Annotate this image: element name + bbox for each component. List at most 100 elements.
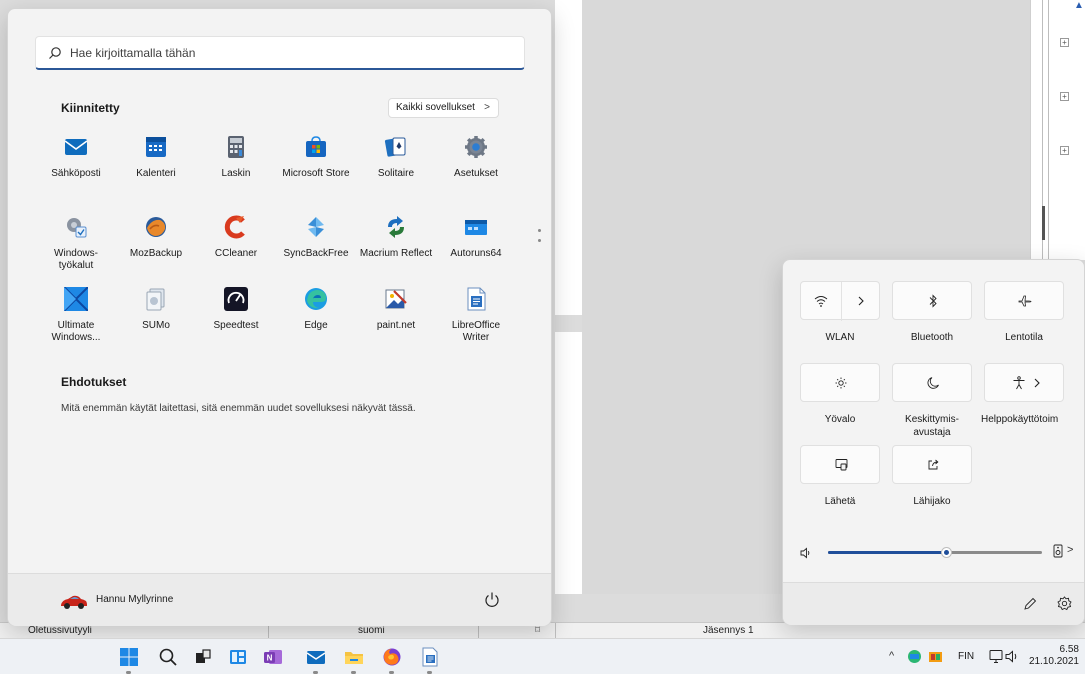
app-label: SyncBackFree — [283, 248, 349, 259]
scroll-arrow-icon[interactable]: ▲ — [1074, 0, 1084, 11]
quick-settings-panel: WLAN Bluetooth Lentotila Yövalo Keskitty… — [782, 259, 1085, 625]
file-explorer-icon[interactable] — [344, 647, 364, 667]
all-apps-button[interactable]: Kaikki sovellukset > — [388, 98, 499, 118]
show-hidden-icons-chevron-icon[interactable]: ^ — [889, 650, 894, 662]
app-label-line: työkalut — [58, 260, 94, 271]
search-box[interactable] — [35, 36, 525, 70]
clock-time: 6.58 — [1059, 644, 1079, 655]
volume-slider-thumb[interactable] — [941, 547, 952, 558]
pinned-app-mail[interactable]: Sähköposti — [38, 135, 114, 199]
app-label: Ultimate Windows... — [38, 320, 114, 344]
pinned-app-sumo[interactable]: SUMo — [118, 287, 194, 351]
search-input[interactable] — [70, 43, 510, 63]
app-tray-icon[interactable] — [928, 649, 943, 664]
solitaire-icon — [384, 137, 406, 157]
pinned-app-speedtest[interactable]: Speedtest — [198, 287, 274, 351]
document-page-bottom — [555, 332, 582, 594]
app-label-line: Ultimate — [57, 320, 95, 331]
security-shield-icon[interactable] — [907, 649, 922, 664]
status-outline[interactable]: Jäsennys 1 — [703, 625, 754, 636]
scroll-marker[interactable] — [1042, 206, 1045, 240]
wifi-tile[interactable] — [800, 281, 880, 321]
pinned-app-autoruns64[interactable]: Autoruns64 — [438, 215, 514, 279]
airplane-tile[interactable] — [984, 281, 1064, 320]
taskbar: N ^ FIN 6.58 21.10.2021 — [0, 638, 1085, 674]
bluetooth-tile[interactable] — [892, 281, 972, 320]
airplane-icon — [1018, 295, 1032, 307]
pinned-app-calculator[interactable]: Laskin — [198, 135, 274, 199]
audio-output-icon[interactable] — [1053, 544, 1063, 558]
cast-tile[interactable] — [800, 445, 880, 484]
mail-icon — [64, 139, 88, 155]
settings-icon — [465, 136, 487, 158]
input-language[interactable]: FIN — [958, 651, 974, 662]
pinned-app-paintnet[interactable]: paint.net — [358, 287, 434, 351]
volume-icon[interactable] — [800, 547, 812, 559]
status-page-style[interactable]: Oletussivutyyli — [28, 625, 92, 636]
app-label: CCleaner — [214, 248, 258, 259]
night-light-tile[interactable] — [800, 363, 880, 402]
chevron-right-icon[interactable]: > — [1067, 544, 1073, 556]
focus-assist-tile[interactable] — [892, 363, 972, 402]
pinned-app-edge[interactable]: Edge — [278, 287, 354, 351]
chevron-right-icon: > — [484, 102, 490, 113]
speaker-icon[interactable] — [1005, 649, 1020, 664]
pinned-app-mozbackup[interactable]: MozBackup — [118, 215, 194, 279]
document-page-top — [555, 0, 582, 315]
ultimate-windows-icon — [64, 287, 88, 311]
page-indicator[interactable] — [538, 229, 542, 249]
macrium-icon — [388, 216, 404, 238]
edge-icon — [305, 288, 327, 310]
app-label: Macrium Reflect — [359, 248, 433, 259]
network-icon[interactable] — [989, 649, 1004, 664]
settings-gear-icon[interactable] — [1057, 596, 1072, 611]
pinned-app-syncbackfree[interactable]: SyncBackFree — [278, 215, 354, 279]
volume-slider[interactable] — [828, 547, 1042, 558]
mail-icon[interactable] — [306, 647, 326, 667]
app-label-line: LibreOffice — [451, 320, 501, 331]
pinned-app-ultimate-windows[interactable]: Ultimate Windows... — [38, 287, 114, 351]
paintnet-icon — [385, 289, 407, 309]
accessibility-tile[interactable] — [984, 363, 1064, 402]
pinned-app-settings[interactable]: Asetukset — [438, 135, 514, 199]
libreoffice-writer-icon[interactable] — [420, 647, 440, 667]
edit-icon[interactable] — [1023, 597, 1037, 611]
taskbar-search-icon[interactable] — [158, 647, 178, 667]
windows-tools-icon — [67, 218, 87, 238]
pinned-app-solitaire[interactable]: Solitaire — [358, 135, 434, 199]
expand-icon[interactable]: + — [1060, 38, 1069, 47]
expand-icon[interactable]: + — [1060, 146, 1069, 155]
tile-label: Lentotila — [1005, 332, 1043, 343]
pinned-app-libreoffice-writer[interactable]: LibreOffice Writer — [438, 287, 514, 351]
onenote-icon[interactable]: N — [263, 647, 283, 667]
clock[interactable]: 6.58 21.10.2021 — [1029, 644, 1079, 668]
status-divider — [555, 623, 556, 639]
firefox-icon[interactable] — [382, 647, 402, 667]
user-name[interactable]: Hannu Myllyrinne — [96, 594, 173, 605]
wifi-icon[interactable] — [814, 295, 828, 307]
pinned-app-windows-tools[interactable]: Windows- työkalut — [38, 215, 114, 279]
nearby-share-tile[interactable] — [892, 445, 972, 484]
windows-start-icon[interactable] — [119, 647, 139, 667]
task-view-icon[interactable] — [192, 647, 212, 667]
tile-label-line: Keskittymis- — [905, 414, 959, 425]
app-label: paint.net — [376, 320, 416, 331]
pinned-heading: Kiinnitetty — [61, 101, 120, 115]
pinned-app-ccleaner[interactable]: CCleaner — [198, 215, 274, 279]
avatar[interactable] — [60, 591, 88, 611]
pinned-app-calendar[interactable]: Kalenteri — [118, 135, 194, 199]
pinned-app-microsoft-store[interactable]: Microsoft Store — [278, 135, 354, 199]
chevron-right-icon[interactable] — [1033, 377, 1041, 389]
widgets-icon[interactable] — [228, 647, 248, 667]
page-dot — [538, 229, 541, 232]
app-label: Solitaire — [377, 168, 415, 179]
power-icon[interactable] — [482, 590, 502, 610]
status-language[interactable]: suomi — [358, 625, 385, 636]
page-dot — [538, 239, 541, 242]
tile-label: Keskittymis- avustaja — [889, 413, 975, 439]
expand-icon[interactable]: + — [1060, 92, 1069, 101]
start-menu: Kiinnitetty Kaikki sovellukset > Sähköpo… — [7, 8, 552, 626]
chevron-right-icon[interactable] — [857, 295, 865, 307]
cast-icon — [835, 459, 848, 471]
pinned-app-macrium-reflect[interactable]: Macrium Reflect — [358, 215, 434, 279]
